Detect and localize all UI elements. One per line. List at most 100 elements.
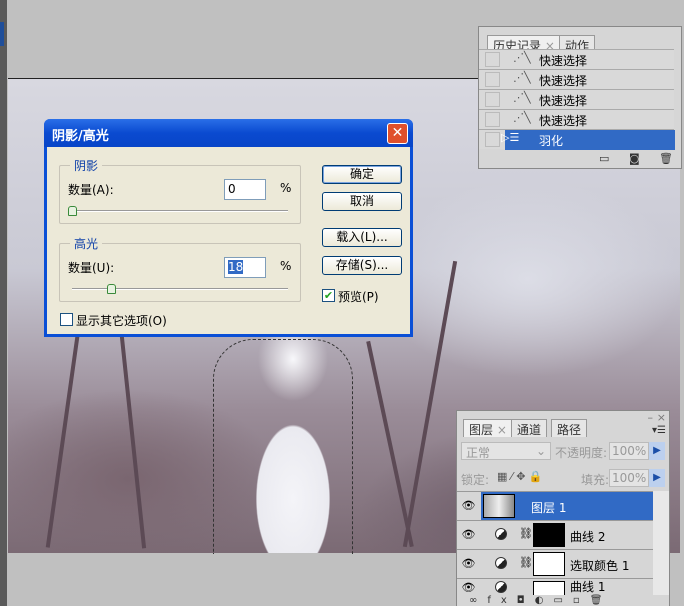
layer-row[interactable]: 👁 ⛓ 选取颜色 1 <box>457 549 653 578</box>
ok-button[interactable]: 确定 <box>322 165 402 184</box>
history-item-label: 快速选择 <box>539 54 588 68</box>
lock-label: 锁定: <box>461 473 490 487</box>
trash-icon: 🗑 <box>589 595 613 606</box>
layer-thumbnail <box>483 494 515 518</box>
highlights-slider-track[interactable] <box>72 288 288 290</box>
shadows-group: 阴影 数量(A): 0 % <box>59 157 301 224</box>
tab-label: 图层 <box>469 423 494 437</box>
fill-input[interactable]: 100% <box>609 469 649 487</box>
left-toolbar-edge <box>0 0 7 606</box>
percent-label: % <box>280 181 292 195</box>
layer-mask-thumbnail <box>533 523 565 547</box>
new-layer-icon: ▫ <box>572 595 590 606</box>
fx-icon: fx <box>487 595 517 606</box>
tab-channels[interactable]: 通道 <box>511 419 548 437</box>
load-button[interactable]: 载入(L)... <box>322 228 402 247</box>
layer-name: 曲线 2 <box>570 530 606 544</box>
layers-scrollbar[interactable] <box>653 491 669 595</box>
layer-row[interactable]: 👁 曲线 1 <box>457 578 653 595</box>
snapshot-source-box[interactable] <box>485 92 500 107</box>
new-group-icon: ▭ <box>553 595 573 606</box>
dialog-titlebar[interactable]: 阴影/高光 ✕ <box>44 119 413 147</box>
tab-label: 路径 <box>557 423 582 437</box>
fill-label: 填充: <box>581 473 610 487</box>
layer-name: 选取颜色 1 <box>570 559 630 573</box>
highlights-amount-label: 数量(U): <box>68 261 115 275</box>
shadows-legend: 阴影 <box>70 157 103 174</box>
adjustment-layer-icon <box>495 581 507 593</box>
selection-marquee <box>213 339 353 554</box>
shadows-slider-track[interactable] <box>72 210 288 212</box>
history-item-label: 快速选择 <box>539 114 588 128</box>
new-document-icon[interactable]: ▭ <box>599 152 609 165</box>
highlights-legend: 高光 <box>70 235 103 252</box>
snapshot-source-box[interactable] <box>485 132 500 147</box>
close-button[interactable]: ✕ <box>387 123 408 144</box>
minimize-icon[interactable]: – <box>648 411 654 424</box>
history-item-label: 羽化 <box>539 134 564 148</box>
snapshot-source-box[interactable] <box>485 112 500 127</box>
snapshot-source-box[interactable] <box>485 52 500 67</box>
history-panel: 历史记录 × 动作 ⋰╲ 快速选择 ⋰╲ 快速选择 ⋰╲ 快速选择 ⋰╲ 快速选择 ▷☰… <box>478 26 682 169</box>
link-layers-icon: ∞ <box>469 595 488 606</box>
close-panel-icon[interactable]: × <box>657 411 666 424</box>
link-chain-icon: ⛓ <box>519 527 533 540</box>
eye-visibility-icon[interactable]: 👁 <box>461 556 476 571</box>
link-chain-icon: ⛓ <box>519 556 533 569</box>
quick-selection-icon: ⋰╲ <box>513 111 531 124</box>
trash-icon[interactable]: 🗑 <box>659 152 673 165</box>
history-item[interactable]: ⋰╲ 快速选择 <box>479 49 674 69</box>
tab-paths[interactable]: 路径 <box>551 419 588 437</box>
history-state-pointer-icon: ▷☰ <box>501 131 520 144</box>
highlights-group: 高光 数量(U): 18 % <box>59 235 301 302</box>
opacity-label: 不透明度: <box>555 446 608 460</box>
shadows-slider-thumb[interactable] <box>68 206 77 216</box>
history-item-label: 快速选择 <box>539 94 588 108</box>
snapshot-camera-icon[interactable]: ◙ <box>629 152 640 165</box>
dialog-title: 阴影/高光 <box>52 129 109 144</box>
toolbar-accent <box>0 22 4 46</box>
highlights-amount-input[interactable]: 18 <box>224 257 266 278</box>
panel-menu-icon[interactable]: ▾☰ <box>652 425 666 436</box>
history-item[interactable]: ⋰╲ 快速选择 <box>479 69 674 89</box>
opacity-input[interactable]: 100% <box>609 442 649 460</box>
adjustment-layer-icon <box>495 557 507 569</box>
tree-trunk <box>366 340 414 548</box>
history-item-selected[interactable]: ▷☰ 羽化 <box>479 129 675 150</box>
layer-row-selected[interactable]: 👁 图层 1 <box>457 491 653 521</box>
eye-visibility-icon[interactable]: 👁 <box>461 527 476 542</box>
history-item-label: 快速选择 <box>539 74 588 88</box>
show-more-options-label: 显示其它选项(O) <box>76 314 167 328</box>
layers-panel: – × 图层 × 通道 路径 ▾☰ 正常 ⌄ 不透明度: 100% ▶ 锁定: ▦… <box>456 410 670 606</box>
preview-label: 预览(P) <box>338 290 379 304</box>
tab-label: 通道 <box>517 423 542 437</box>
fill-arrow-button[interactable]: ▶ <box>649 469 665 487</box>
show-more-options-checkbox[interactable] <box>60 313 73 326</box>
save-button[interactable]: 存储(S)... <box>322 256 402 275</box>
layer-mask-thumbnail <box>533 581 565 595</box>
new-adjustment-icon: ◐ <box>534 595 554 606</box>
opacity-arrow-button[interactable]: ▶ <box>649 442 665 460</box>
adjustment-layer-icon <box>495 528 507 540</box>
history-item[interactable]: ⋰╲ 快速选择 <box>479 89 674 109</box>
layer-row[interactable]: 👁 ⛓ 曲线 2 <box>457 520 653 549</box>
quick-selection-icon: ⋰╲ <box>513 71 531 84</box>
percent-label: % <box>280 259 292 273</box>
eye-visibility-icon[interactable]: 👁 <box>461 580 476 595</box>
close-tab-icon[interactable]: × <box>497 423 507 437</box>
snapshot-source-box[interactable] <box>485 72 500 87</box>
layers-footer-icons[interactable]: ∞fx◘◐▭▫🗑 <box>457 595 669 606</box>
cancel-button[interactable]: 取消 <box>322 192 402 211</box>
blend-mode-select[interactable]: 正常 ⌄ <box>461 442 551 460</box>
lock-icons[interactable]: ▦ ⁄ ✥ 🔒 <box>497 470 543 483</box>
tab-layers[interactable]: 图层 × <box>463 419 513 437</box>
add-mask-icon: ◘ <box>516 595 535 606</box>
preview-checkbox[interactable]: ✔ <box>322 289 335 302</box>
history-item[interactable]: ⋰╲ 快速选择 <box>479 109 674 129</box>
eye-visibility-icon[interactable]: 👁 <box>461 498 476 513</box>
shadows-amount-label: 数量(A): <box>68 183 114 197</box>
shadows-highlights-dialog: 阴影/高光 ✕ 阴影 数量(A): 0 % 高光 数量(U): 18 % 确定 … <box>44 119 413 337</box>
shadows-amount-input[interactable]: 0 <box>224 179 266 200</box>
highlights-slider-thumb[interactable] <box>106 284 116 294</box>
layer-mask-thumbnail <box>533 552 565 576</box>
